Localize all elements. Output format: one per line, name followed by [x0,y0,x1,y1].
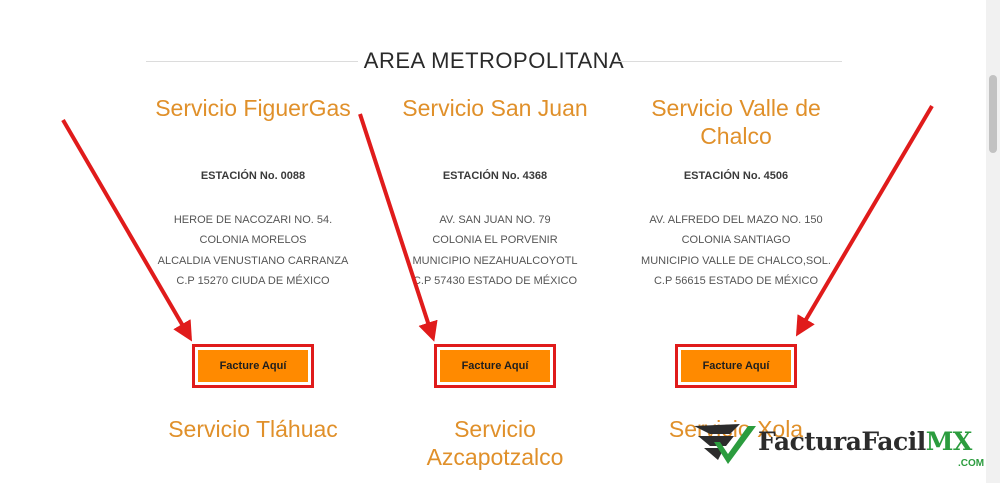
facturafacil-logo: FacturaFacilMX .COM [692,418,992,478]
address-line: ALCALDIA VENUSTIANO CARRANZA [157,254,349,267]
station-name: Servicio San Juan [402,95,588,121]
address-line: HEROE DE NACOZARI NO. 54. [173,214,333,226]
station-number: ESTACIÓN No. 0088 [200,170,306,182]
station-card-valle-de-chalco: Servicio Valle de Chalco ESTACIÓN No. 45… [616,94,856,388]
highlight-box: Facture Aquí [675,344,797,388]
station-address: AV. SAN JUAN NO. 79 COLONIA EL PORVENIR … [375,210,615,291]
station-number: ESTACIÓN No. 4506 [683,170,789,182]
address-line: C.P 15270 CIUDA DE MÉXICO [176,274,330,287]
scrollbar[interactable] [986,0,1000,483]
facture-aqui-button[interactable]: Facture Aquí [440,350,550,382]
station-name: Servicio Valle de Chalco [651,95,821,149]
logo-domain: .COM [958,458,985,469]
station-address: AV. ALFREDO DEL MAZO NO. 150 COLONIA SAN… [616,210,856,291]
address-line: COLONIA SANTIAGO [681,234,791,247]
address-line: COLONIA EL PORVENIR [432,234,558,247]
highlight-box: Facture Aquí [434,344,556,388]
logo-suffix: MX [925,427,973,456]
station-address: HEROE DE NACOZARI NO. 54. COLONIA MORELO… [133,210,373,291]
scrollbar-thumb[interactable] [989,75,997,153]
station-card-san-juan: Servicio San Juan ESTACIÓN No. 4368 AV. … [375,94,615,388]
address-line: MUNICIPIO NEZAHUALCOYOTL [412,254,578,267]
address-line: MUNICIPIO VALLE DE CHALCO,SOL. [641,254,831,267]
divider-right [616,61,842,62]
facture-aqui-button[interactable]: Facture Aquí [198,350,308,382]
logo-brand: FacturaFacil [758,427,926,456]
logo-mark-icon [694,424,756,464]
station-name: Servicio FiguerGas [155,95,351,121]
station-card-figuergas: Servicio FiguerGas ESTACIÓN No. 0088 HER… [133,94,373,388]
station-number: ESTACIÓN No. 4368 [442,170,548,182]
section-header: AREA METROPOLITANA [146,46,842,76]
highlight-box: Facture Aquí [192,344,314,388]
address-line: AV. ALFREDO DEL MAZO NO. 150 [649,214,823,226]
address-line: C.P 57430 ESTADO DE MÉXICO [412,274,578,287]
address-line: COLONIA MORELOS [199,234,307,247]
address-line: C.P 56615 ESTADO DE MÉXICO [653,274,819,287]
station-name: Servicio Azcapotzalco [426,416,564,470]
address-line: AV. SAN JUAN NO. 79 [439,214,551,226]
station-name-azcapotzalco: Servicio Azcapotzalco [375,415,615,471]
facture-aqui-button[interactable]: Facture Aquí [681,350,791,382]
station-name-tlahuac: Servicio Tláhuac [168,416,338,442]
